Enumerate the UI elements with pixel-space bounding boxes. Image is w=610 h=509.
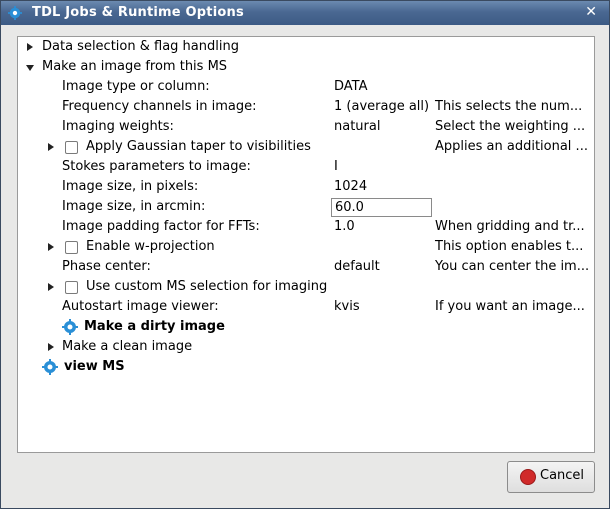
window-title: TDL Jobs & Runtime Options <box>32 5 244 20</box>
arcmin-input[interactable]: 60.0 <box>331 198 432 217</box>
w-projection-checkbox[interactable] <box>65 241 78 254</box>
option-frequency-channels[interactable]: Frequency channels in image: 1 (average … <box>18 97 588 117</box>
tree-item-make-clean-image[interactable]: Make a clean image <box>18 337 588 357</box>
gear-icon <box>8 6 22 20</box>
option-custom-ms-selection[interactable]: Use custom MS selection for imaging <box>18 277 588 297</box>
expand-arrow-icon[interactable] <box>27 43 33 51</box>
cancel-button[interactable]: Cancel <box>507 461 595 493</box>
cancel-icon <box>520 469 536 485</box>
option-image-size-arcmin[interactable]: Image size, in arcmin: 60.0 <box>18 197 588 217</box>
option-image-type[interactable]: Image type or column: DATA <box>18 77 588 97</box>
option-w-projection[interactable]: Enable w-projection This option enables … <box>18 237 588 257</box>
expand-arrow-icon[interactable] <box>48 143 54 151</box>
gear-icon <box>62 319 78 335</box>
tree-item-data-selection[interactable]: Data selection & flag handling <box>18 37 588 57</box>
expand-arrow-icon[interactable] <box>48 283 54 291</box>
dialog-window: TDL Jobs & Runtime Options ✕ Data select… <box>0 0 610 509</box>
collapse-arrow-icon[interactable] <box>26 65 34 71</box>
option-image-size-pixels[interactable]: Image size, in pixels: 1024 <box>18 177 588 197</box>
option-imaging-weights[interactable]: Imaging weights: natural Select the weig… <box>18 117 588 137</box>
option-gaussian-taper[interactable]: Apply Gaussian taper to visibilities App… <box>18 137 588 157</box>
gaussian-taper-checkbox[interactable] <box>65 141 78 154</box>
title-bar[interactable]: TDL Jobs & Runtime Options ✕ <box>1 1 609 25</box>
option-stokes[interactable]: Stokes parameters to image: I <box>18 157 588 177</box>
option-padding-factor[interactable]: Image padding factor for FFTs: 1.0 When … <box>18 217 588 237</box>
option-phase-center[interactable]: Phase center: default You can center the… <box>18 257 589 277</box>
job-make-dirty-image[interactable]: Make a dirty image <box>18 317 588 337</box>
close-icon[interactable]: ✕ <box>585 4 597 20</box>
job-view-ms[interactable]: view MS <box>18 357 588 377</box>
expand-arrow-icon[interactable] <box>48 243 54 251</box>
options-tree: Data selection & flag handling Make an i… <box>17 36 595 453</box>
expand-arrow-icon[interactable] <box>48 343 54 351</box>
option-autostart-viewer[interactable]: Autostart image viewer: kvis If you want… <box>18 297 588 317</box>
gear-icon <box>42 359 58 375</box>
tree-item-make-image[interactable]: Make an image from this MS <box>18 57 588 77</box>
custom-ms-checkbox[interactable] <box>65 281 78 294</box>
